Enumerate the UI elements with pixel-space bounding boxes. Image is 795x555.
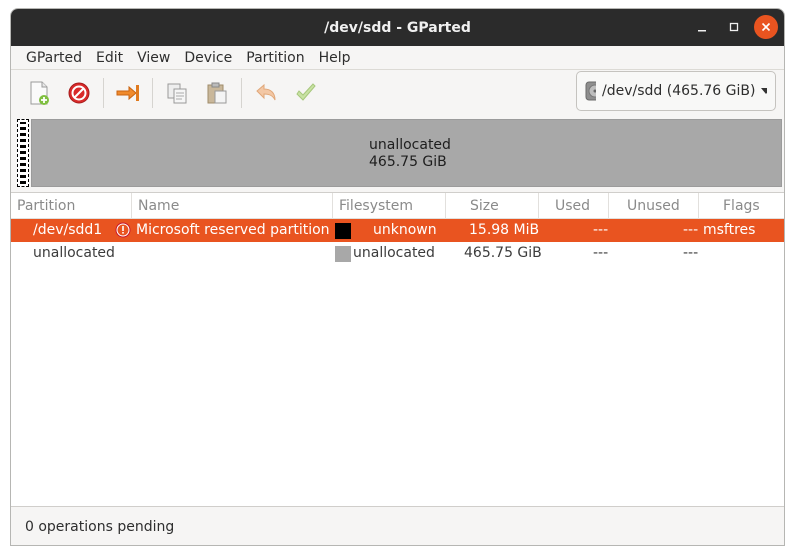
maximize-icon	[729, 22, 739, 32]
hard-disk-icon	[585, 81, 597, 101]
unallocated-label: unallocated	[369, 137, 451, 153]
cell-unused: ---	[683, 245, 699, 261]
table-header: Partition Name Filesystem Size Used Unus…	[11, 193, 784, 219]
disk-map-unallocated-text: unallocated 465.75 GiB	[369, 137, 451, 171]
apply-button[interactable]	[286, 73, 326, 113]
delete-button[interactable]	[59, 73, 99, 113]
device-label: /dev/sdd (465.76 GiB)	[602, 83, 756, 99]
toolbar-separator	[103, 78, 104, 108]
cell-partition: unallocated	[33, 245, 115, 261]
cell-unused: ---	[683, 222, 699, 238]
cell-used: ---	[593, 222, 609, 238]
menu-bar: GParted Edit View Device Partition Help	[11, 46, 784, 70]
menu-partition[interactable]: Partition	[239, 46, 311, 70]
toolbar-separator	[152, 78, 153, 108]
window-controls	[690, 15, 778, 39]
new-partition-button[interactable]	[19, 73, 59, 113]
resize-move-icon	[116, 85, 139, 101]
menu-gparted[interactable]: GParted	[19, 46, 89, 70]
device-selector[interactable]: /dev/sdd (465.76 GiB)	[576, 71, 776, 111]
copy-icon	[167, 83, 187, 104]
cell-size: 15.98 MiB	[469, 222, 540, 238]
toolbar-separator	[241, 78, 242, 108]
minimize-icon	[698, 30, 706, 32]
cell-size: 465.75 GiB	[464, 245, 542, 261]
resize-move-button[interactable]	[108, 73, 148, 113]
column-used[interactable]: Used	[539, 193, 609, 219]
partition-table: Partition Name Filesystem Size Used Unus…	[11, 192, 784, 507]
column-size[interactable]: Size	[446, 193, 539, 219]
column-unused[interactable]: Unused	[609, 193, 699, 219]
paste-button[interactable]	[197, 73, 237, 113]
cell-name: Microsoft reserved partition	[136, 222, 330, 238]
filesystem-color-swatch	[335, 223, 351, 239]
window-title: /dev/sdd - GParted	[324, 19, 471, 36]
cell-filesystem: unknown	[373, 222, 437, 238]
cell-used: ---	[593, 245, 609, 261]
paste-icon	[207, 82, 227, 104]
unallocated-size: 465.75 GiB	[369, 154, 447, 170]
undo-icon	[256, 83, 276, 101]
title-bar[interactable]: /dev/sdd - GParted	[11, 9, 784, 46]
new-partition-icon	[30, 81, 49, 105]
chevron-down-icon	[761, 88, 767, 94]
disk-map-partition-sdd1[interactable]	[17, 119, 29, 187]
cell-flags: msftres	[703, 222, 756, 238]
status-text: 0 operations pending	[25, 519, 175, 535]
menu-edit[interactable]: Edit	[89, 46, 130, 70]
cell-partition: /dev/sdd1	[33, 222, 103, 238]
close-icon	[761, 22, 771, 32]
close-button[interactable]	[754, 15, 778, 39]
filesystem-color-swatch	[335, 246, 351, 262]
apply-icon	[296, 83, 316, 101]
column-filesystem[interactable]: Filesystem	[333, 193, 446, 219]
maximize-button[interactable]	[722, 15, 746, 39]
menu-help[interactable]: Help	[312, 46, 358, 70]
column-partition[interactable]: Partition	[11, 193, 132, 219]
column-flags[interactable]: Flags	[699, 193, 784, 219]
minimize-button[interactable]	[690, 15, 714, 39]
menu-view[interactable]: View	[130, 46, 177, 70]
gparted-window: /dev/sdd - GParted GParted Edit View Dev…	[10, 8, 785, 546]
status-bar: 0 operations pending	[11, 507, 784, 545]
column-name[interactable]: Name	[132, 193, 333, 219]
delete-icon	[68, 82, 90, 104]
copy-button[interactable]	[157, 73, 197, 113]
undo-button[interactable]	[246, 73, 286, 113]
table-row[interactable]: /dev/sdd1 Microsoft reserved partition u…	[11, 219, 784, 242]
table-row[interactable]: unallocated unallocated 465.75 GiB --- -…	[11, 242, 784, 265]
cell-filesystem: unallocated	[353, 245, 435, 261]
disk-map-unallocated[interactable]: unallocated 465.75 GiB	[31, 119, 782, 187]
disk-map: unallocated 465.75 GiB	[15, 119, 782, 187]
menu-device[interactable]: Device	[177, 46, 239, 70]
